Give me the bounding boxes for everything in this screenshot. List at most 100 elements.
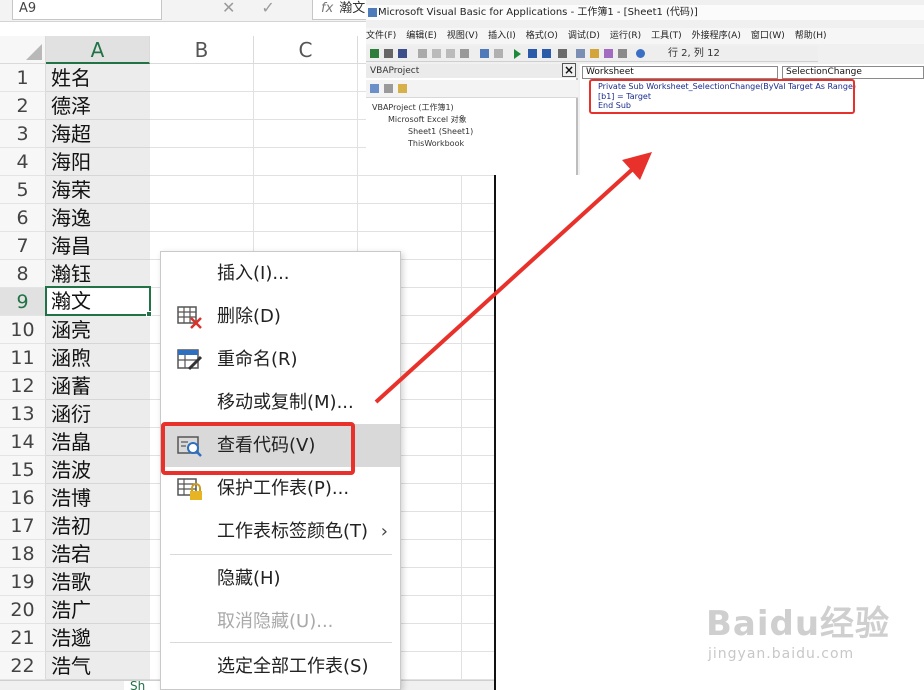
- vba-menu-insert[interactable]: 插入(I): [488, 31, 516, 41]
- insert-module-icon[interactable]: [384, 49, 393, 58]
- find-icon[interactable]: [460, 49, 469, 58]
- view-code-small-icon[interactable]: [370, 84, 379, 93]
- row-header[interactable]: 7: [0, 232, 46, 260]
- tree-item-sheet1[interactable]: Sheet1 (Sheet1): [408, 126, 473, 137]
- row-header[interactable]: 16: [0, 484, 46, 512]
- help-icon[interactable]: [636, 49, 645, 58]
- procedure-combo[interactable]: SelectionChange: [782, 66, 924, 79]
- undo-icon[interactable]: [480, 49, 489, 58]
- object-combo[interactable]: Worksheet: [582, 66, 778, 79]
- row-header[interactable]: 5: [0, 176, 46, 204]
- vba-menu-format[interactable]: 格式(O): [526, 31, 558, 41]
- row-header[interactable]: 18: [0, 540, 46, 568]
- row-header[interactable]: 2: [0, 92, 46, 120]
- formula-bar-icons[interactable]: ✕✓: [222, 0, 301, 17]
- vba-menu-run[interactable]: 运行(R): [610, 31, 641, 41]
- cell-a[interactable]: 浩宕: [46, 540, 150, 568]
- select-all-triangle-icon: [26, 44, 42, 60]
- view-object-icon[interactable]: [384, 84, 393, 93]
- row-header[interactable]: 22: [0, 652, 46, 680]
- column-header-a[interactable]: A: [46, 36, 150, 64]
- toolbox-icon[interactable]: [618, 49, 627, 58]
- tree-item-project[interactable]: VBAProject (工作簿1): [372, 102, 454, 113]
- menu-item-label: 保护工作表(P)...: [217, 478, 350, 499]
- cell-a[interactable]: 浩气: [46, 652, 150, 680]
- cell-a[interactable]: 瀚钰: [46, 260, 150, 288]
- vba-menu-edit[interactable]: 编辑(E): [406, 31, 437, 41]
- save-icon[interactable]: [398, 49, 407, 58]
- cell-a[interactable]: 海阳: [46, 148, 150, 176]
- row-header[interactable]: 20: [0, 596, 46, 624]
- cell-a[interactable]: 海逸: [46, 204, 150, 232]
- vba-menu-addins[interactable]: 外接程序(A): [692, 31, 741, 41]
- name-box[interactable]: A9: [12, 0, 162, 20]
- menu-item-select-all-sheets[interactable]: 选定全部工作表(S): [161, 645, 400, 688]
- row-header[interactable]: 11: [0, 344, 46, 372]
- cell-a[interactable]: 姓名: [46, 64, 150, 92]
- close-icon[interactable]: ×: [562, 63, 576, 77]
- menu-item-tab-color[interactable]: 工作表标签颜色(T) ›: [161, 510, 400, 553]
- fx-icon[interactable]: fx: [321, 1, 333, 16]
- vba-menu-debug[interactable]: 调试(D): [568, 31, 600, 41]
- row-header[interactable]: 21: [0, 624, 46, 652]
- vba-menu-view[interactable]: 视图(V): [447, 31, 478, 41]
- object-browser-icon[interactable]: [604, 49, 613, 58]
- menu-item-label: 隐藏(H): [217, 568, 281, 589]
- cell-a[interactable]: 海昌: [46, 232, 150, 260]
- run-icon[interactable]: [514, 49, 521, 59]
- row-header[interactable]: 19: [0, 568, 46, 596]
- cell-a[interactable]: 涵衍: [46, 400, 150, 428]
- cell-a[interactable]: 浩初: [46, 512, 150, 540]
- row-header[interactable]: 13: [0, 400, 46, 428]
- cell-a[interactable]: 海超: [46, 120, 150, 148]
- row-header[interactable]: 17: [0, 512, 46, 540]
- cell-a[interactable]: 浩波: [46, 456, 150, 484]
- row-header[interactable]: 14: [0, 428, 46, 456]
- project-explorer-icon[interactable]: [576, 49, 585, 58]
- row-header[interactable]: 3: [0, 120, 46, 148]
- redo-icon[interactable]: [494, 49, 503, 58]
- cell-a[interactable]: 海荣: [46, 176, 150, 204]
- cell-a[interactable]: 浩皛: [46, 428, 150, 456]
- cell-a[interactable]: 浩博: [46, 484, 150, 512]
- column-header-b[interactable]: B: [150, 36, 254, 64]
- cell-a[interactable]: 浩歌: [46, 568, 150, 596]
- cell-a[interactable]: 浩邈: [46, 624, 150, 652]
- cancel-icon[interactable]: ✕: [222, 0, 261, 17]
- row-header[interactable]: 6: [0, 204, 46, 232]
- cell-a[interactable]: 德泽: [46, 92, 150, 120]
- tree-item-thisworkbook[interactable]: ThisWorkbook: [408, 138, 464, 149]
- vba-menu-file[interactable]: 文件(F): [366, 31, 396, 41]
- cut-icon[interactable]: [418, 49, 427, 58]
- break-icon[interactable]: [528, 49, 537, 58]
- menu-item-hide[interactable]: 隐藏(H): [161, 557, 400, 600]
- cell-a[interactable]: 涵蓄: [46, 372, 150, 400]
- row-header[interactable]: 12: [0, 372, 46, 400]
- cell-a[interactable]: 涵亮: [46, 316, 150, 344]
- row-header[interactable]: 1: [0, 64, 46, 92]
- reset-icon[interactable]: [542, 49, 551, 58]
- fill-handle[interactable]: [146, 311, 152, 317]
- vba-menu-window[interactable]: 窗口(W): [751, 31, 785, 41]
- enter-icon[interactable]: ✓: [261, 0, 300, 17]
- baidu-watermark: Baidu经验 jingyan.baidu.com: [706, 596, 916, 676]
- properties-icon[interactable]: [590, 49, 599, 58]
- row-header[interactable]: 10: [0, 316, 46, 344]
- menu-item-insert[interactable]: 插入(I)...: [161, 252, 400, 295]
- vba-menu-help[interactable]: 帮助(H): [795, 31, 827, 41]
- copy-icon[interactable]: [432, 49, 441, 58]
- row-header[interactable]: 4: [0, 148, 46, 176]
- design-mode-icon[interactable]: [558, 49, 567, 58]
- toggle-folders-icon[interactable]: [398, 84, 407, 93]
- column-header-c[interactable]: C: [254, 36, 358, 64]
- cell-a[interactable]: 涵煦: [46, 344, 150, 372]
- excel-icon[interactable]: [370, 49, 379, 58]
- row-header[interactable]: 15: [0, 456, 46, 484]
- paste-icon[interactable]: [446, 49, 455, 58]
- row-header[interactable]: 8: [0, 260, 46, 288]
- vba-menu-tools[interactable]: 工具(T): [651, 31, 682, 41]
- cell-a[interactable]: 浩广: [46, 596, 150, 624]
- tree-item-excel-objects[interactable]: Microsoft Excel 对象: [388, 114, 467, 125]
- menu-item-move-copy[interactable]: 移动或复制(M)...: [161, 381, 400, 424]
- row-header[interactable]: 9: [0, 288, 46, 316]
